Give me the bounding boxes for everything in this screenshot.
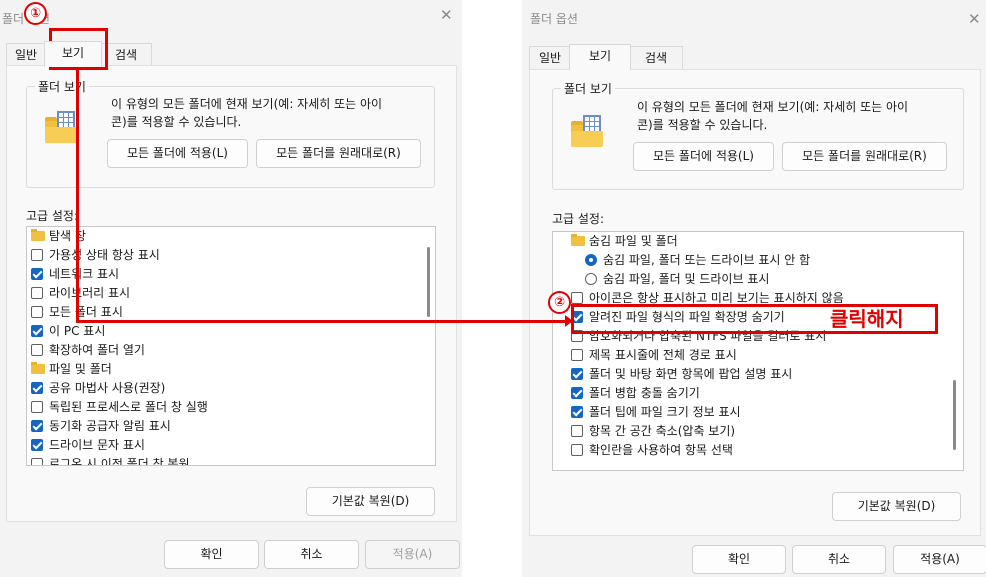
folder-views-description-line1: 이 유형의 모든 폴더에 현재 보기(예: 자세히 또는 아이: [637, 100, 909, 114]
apply-button[interactable]: 적용(A): [365, 540, 460, 569]
folder-views-description-line2: 콘)를 적용할 수 있습니다.: [637, 118, 768, 132]
list-item-label: 폴더 팁에 파일 크기 정보 표시: [589, 405, 741, 419]
folder-icon: [31, 362, 45, 374]
advanced-settings-label: 고급 설정:: [552, 212, 605, 226]
checkbox[interactable]: [31, 344, 43, 356]
list-item-label: 탐색 창: [49, 229, 86, 243]
apply-to-folders-button[interactable]: 모든 폴더에 적용(L): [107, 139, 248, 168]
radio-button[interactable]: [585, 254, 597, 266]
restore-defaults-button[interactable]: 기본값 복원(D): [832, 492, 961, 521]
connector-line-vertical: [76, 70, 79, 323]
checkbox[interactable]: [571, 425, 583, 437]
step2-marker: ②: [548, 291, 571, 314]
apply-to-folders-button[interactable]: 모든 폴더에 적용(L): [633, 142, 774, 171]
list-scrollbar[interactable]: [427, 247, 430, 317]
folder-views-description-line2: 콘)를 적용할 수 있습니다.: [111, 115, 242, 129]
advanced-settings-list[interactable]: 탐색 창 가용성 상태 항상 표시 네트워크 표시 라이브러리 표시 모든 폴더 표시 이…: [26, 226, 436, 466]
list-item-label: 숨김 파일, 폴더 및 드라이브 표시: [603, 272, 770, 286]
list-item-label: 숨김 파일, 폴더 또는 드라이브 표시 안 함: [603, 253, 811, 267]
restore-defaults-button[interactable]: 기본값 복원(D): [306, 487, 435, 516]
checkbox[interactable]: [571, 368, 583, 380]
folder-views-legend: 폴더 보기: [35, 78, 89, 95]
list-item-label: 가용성 상태 항상 표시: [49, 248, 160, 262]
reset-folders-button[interactable]: 모든 폴더를 원래대로(R): [256, 139, 421, 168]
folder-view-icon: [571, 115, 603, 147]
list-scrollbar[interactable]: [953, 380, 956, 450]
folder-icon: [571, 234, 585, 246]
folder-views-group: 폴더 보기 이 유형의 모든 폴더에 현재 보기(예: 자세히 또는 아이 콘)…: [26, 78, 435, 188]
folder-views-description: 이 유형의 모든 폴더에 현재 보기(예: 자세히 또는 아이 콘)를 적용할 …: [637, 98, 957, 134]
list-item-label: 폴더 및 바탕 화면 항목에 팝업 설명 표시: [589, 367, 793, 381]
checkbox[interactable]: [31, 439, 43, 451]
folder-views-description: 이 유형의 모든 폴더에 현재 보기(예: 자세히 또는 아이 콘)를 적용할 …: [111, 95, 431, 131]
folder-views-group: 폴더 보기 이 유형의 모든 폴더에 현재 보기(예: 자세히 또는 아이 콘)…: [552, 80, 964, 190]
checkbox[interactable]: [31, 306, 43, 318]
close-icon[interactable]: ✕: [968, 10, 981, 28]
folder-views-description-line1: 이 유형의 모든 폴더에 현재 보기(예: 자세히 또는 아이: [111, 97, 383, 111]
list-item-label: 동기화 공급자 알림 표시: [49, 419, 171, 433]
checkbox[interactable]: [571, 349, 583, 361]
advanced-settings-label: 고급 설정:: [26, 209, 79, 223]
checkbox[interactable]: [571, 406, 583, 418]
uncheck-instruction: 클릭해지: [828, 307, 906, 331]
checkbox[interactable]: [31, 458, 43, 465]
reset-folders-button[interactable]: 모든 폴더를 원래대로(R): [782, 142, 947, 171]
list-item-label: 네트워크 표시: [49, 267, 120, 281]
checkbox[interactable]: [31, 382, 43, 394]
tab-general[interactable]: 일반: [529, 46, 571, 69]
list-item-label: 드라이브 문자 표시: [49, 438, 145, 452]
list-item-label: 이 PC 표시: [49, 324, 106, 338]
tab-general[interactable]: 일반: [6, 43, 46, 66]
folder-view-icon: [45, 111, 77, 143]
dialog-title: 폴더 옵션: [530, 12, 578, 26]
view-tab-panel: 폴더 보기 이 유형의 모든 폴더에 현재 보기(예: 자세히 또는 아이 콘)…: [529, 69, 981, 536]
list-item-label: 숨김 파일 및 폴더: [589, 234, 678, 248]
apply-button[interactable]: 적용(A): [893, 545, 986, 574]
radio-button[interactable]: [585, 273, 597, 285]
checkbox[interactable]: [31, 401, 43, 413]
list-item-label: 공유 마법사 사용(권장): [49, 381, 166, 395]
list-item-label: 확인란을 사용하여 항목 선택: [589, 443, 733, 457]
checkbox[interactable]: [31, 325, 43, 337]
checkbox[interactable]: [31, 268, 43, 280]
checkbox[interactable]: [571, 387, 583, 399]
ok-button[interactable]: 확인: [164, 540, 259, 569]
checkbox[interactable]: [31, 287, 43, 299]
folder-options-dialog-right: 폴더 옵션 ✕ 일반 보기 검색 폴더 보기 이 유형의 모든 폴더에 현재 보…: [522, 0, 986, 577]
folder-options-dialog-left: 폴더 옵션 ✕ 일반 보기 검색 폴더 보기 이 유형의 모든 폴더에 현재 보…: [0, 0, 462, 577]
connector-line-horizontal: [76, 320, 570, 323]
list-item-label: 독립된 프로세스로 폴더 창 실행: [49, 400, 208, 414]
step1-marker: ①: [24, 2, 47, 25]
list-item-label: 확장하여 폴더 열기: [49, 343, 145, 357]
list-item-label: 라이브러리 표시: [49, 286, 131, 300]
checkbox[interactable]: [571, 444, 583, 456]
list-item-label: 제목 표시줄에 전체 경로 표시: [589, 348, 737, 362]
close-icon[interactable]: ✕: [440, 6, 453, 24]
cancel-button[interactable]: 취소: [792, 545, 886, 574]
checkbox[interactable]: [31, 249, 43, 261]
checkbox[interactable]: [571, 292, 583, 304]
cancel-button[interactable]: 취소: [264, 540, 359, 569]
tab-search[interactable]: 검색: [629, 46, 683, 69]
ok-button[interactable]: 확인: [692, 545, 786, 574]
checkbox[interactable]: [31, 420, 43, 432]
list-item-label: 파일 및 폴더: [49, 362, 112, 376]
folder-views-legend: 폴더 보기: [561, 80, 615, 97]
tab-view[interactable]: 보기: [569, 44, 631, 70]
list-item-label: 로그온 시 이전 폴더 창 복원: [49, 457, 190, 466]
list-item-label: 항목 간 공간 축소(압축 보기): [589, 424, 736, 438]
list-item-label: 폴더 병합 충돌 숨기기: [589, 386, 700, 400]
advanced-settings-list[interactable]: 숨김 파일 및 폴더숨김 파일, 폴더 또는 드라이브 표시 안 함숨김 파일,…: [552, 231, 964, 471]
folder-icon: [31, 229, 45, 241]
view-tab-panel: 폴더 보기 이 유형의 모든 폴더에 현재 보기(예: 자세히 또는 아이 콘)…: [6, 65, 457, 522]
tab-view[interactable]: 보기: [44, 41, 102, 67]
